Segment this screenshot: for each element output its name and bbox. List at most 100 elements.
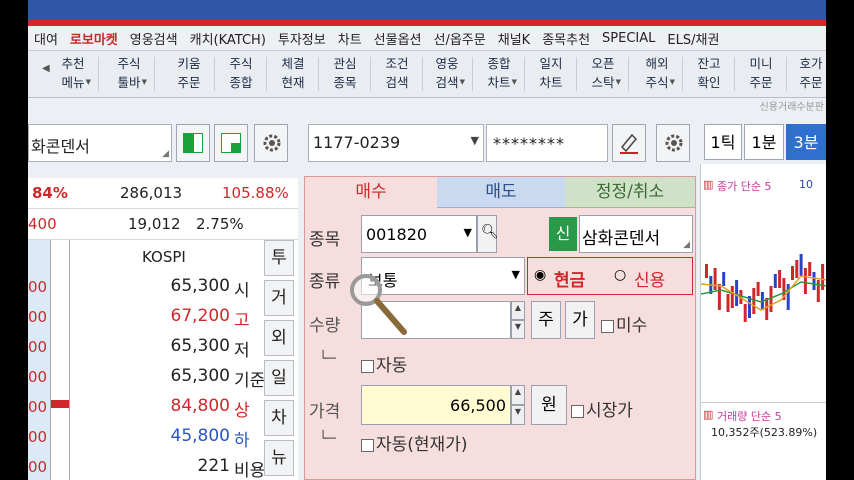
gear-icon [665, 134, 683, 152]
tick-button-1tick[interactable]: 1틱 [704, 124, 742, 160]
amount-pct: 2.75% [196, 215, 244, 233]
chevron-down-icon[interactable]: ▼ [471, 134, 479, 147]
toolbar-button-14[interactable]: 호가 주문 [790, 54, 826, 94]
menu-item-8[interactable]: 채널K [492, 29, 536, 48]
toolbar-button-4[interactable]: 체결 현재 [272, 54, 314, 94]
toolbar-label-bottom: 주문 [749, 75, 773, 90]
menu-item-11[interactable]: ELS/채권 [661, 29, 725, 48]
tick-button-1min[interactable]: 1분 [744, 124, 784, 160]
radio-cash[interactable]: ◉ [534, 267, 546, 283]
side-vertical-tabs: 투거외일차뉴 [264, 240, 294, 480]
toolbar-separator [472, 57, 473, 91]
layout-split-button-2[interactable] [214, 124, 248, 162]
main-menu-bar: 대여 로보마켓 영웅검색 캐치(KATCH) 투자정보 차트 선물옵션 선/옵주문 채널K 종목추… [28, 26, 826, 51]
side-tab-3[interactable]: 일 [264, 360, 294, 396]
qty-up-icon[interactable]: ▲ [511, 301, 525, 320]
toolbar-separator [628, 57, 629, 91]
toolbar-button-2[interactable]: 키움 주문 [168, 54, 210, 94]
toolbar-button-5[interactable]: 관심 종목 [324, 54, 366, 94]
candle [786, 284, 790, 310]
side-tab-4[interactable]: 차 [264, 400, 294, 436]
radio-credit[interactable]: ○ [614, 267, 626, 283]
price-down-icon[interactable]: ▼ [511, 405, 525, 425]
menu-item-10[interactable]: SPECIAL [596, 31, 661, 46]
chevron-down-icon[interactable]: ▼ [464, 226, 472, 239]
menu-item-6[interactable]: 선물옵션 [368, 29, 428, 48]
candle [778, 270, 782, 288]
status-text: 신용거래수분판 [759, 102, 824, 113]
legend-color-icon: ▥ [703, 408, 714, 421]
password-input[interactable]: ******** [486, 124, 608, 162]
mini-chart-panel[interactable]: ▥ 종가 단순 5 10 ▥ 거래량 단순 5 10,352주(523.89%) [700, 164, 826, 480]
toolbar-button-6[interactable]: 조건 검색 [376, 54, 418, 94]
auto-qty-checkbox[interactable]: 자동 [361, 351, 407, 376]
stock-name-combo[interactable]: 화콘덴서 ◢ [28, 124, 172, 162]
tab-modify-cancel[interactable]: 정정/취소 [565, 177, 695, 208]
tick-button-3min[interactable]: 3분 [786, 124, 826, 160]
chevron-down-icon[interactable]: ▼ [512, 73, 517, 92]
erase-button[interactable] [612, 124, 646, 162]
settings-button-order[interactable] [656, 124, 690, 162]
chevron-down-icon[interactable]: ▼ [460, 73, 465, 92]
volume-legend: 거래량 단순 5 [717, 410, 782, 423]
chevron-down-icon[interactable]: ▼ [616, 73, 621, 92]
side-tab-2[interactable]: 외 [264, 320, 294, 356]
side-tab-5[interactable]: 뉴 [264, 440, 294, 476]
toolbar-button-13[interactable]: 미니 주문 [740, 54, 782, 94]
tab-sell[interactable]: 매도 [437, 177, 565, 208]
toolbar-label-top: 추천 [61, 56, 85, 71]
side-tab-1[interactable]: 거 [264, 280, 294, 316]
toolbar-button-7[interactable]: 영웅 검색 ▼ [426, 54, 468, 94]
qty-shares-button[interactable]: 주 [531, 301, 561, 339]
price-panel: 84% 286,013 105.88% 400 19,012 2.75% KOS… [28, 178, 298, 480]
settings-button-left[interactable] [254, 124, 288, 162]
qty-label: 수량 [309, 316, 341, 336]
toolbar-button-10[interactable]: 오픈 스탁 ▼ [582, 54, 624, 94]
menu-item-0[interactable]: 대여 [28, 29, 64, 48]
won-button[interactable]: 원 [531, 385, 567, 425]
search-button[interactable]: 🔍︎ [477, 215, 499, 253]
account-combo[interactable]: 1177-0239 ▼ [308, 124, 484, 162]
qty-available-button[interactable]: 가 [565, 301, 595, 339]
price-up-icon[interactable]: ▲ [511, 385, 525, 405]
price-row-value: 65,300 [170, 336, 230, 356]
menu-item-2[interactable]: 영웅검색 [124, 29, 184, 48]
menu-item-5[interactable]: 차트 [332, 29, 368, 48]
chevron-down-icon[interactable]: ▼ [512, 268, 520, 281]
menu-item-4[interactable]: 투자정보 [272, 29, 332, 48]
market-price-checkbox[interactable]: 시장가 [571, 396, 633, 421]
current-price-marker [51, 400, 69, 408]
tree-connector-icon: └─ [319, 431, 336, 447]
magnifier-cursor-icon [350, 274, 407, 335]
toolbar-label-top: 잔고 [697, 56, 721, 71]
toolbar-button-8[interactable]: 종합 차트 ▼ [478, 54, 520, 94]
layout-split-button-1[interactable] [176, 124, 210, 162]
toolbar-label-top: 일지 [539, 56, 563, 71]
toolbar-button-0[interactable]: 추천 메뉴 ▼ [52, 54, 94, 94]
toolbar-label-top: 관심 [333, 56, 357, 71]
menu-item-3[interactable]: 캐치(KATCH) [184, 29, 272, 48]
toolbar-button-9[interactable]: 일지 차트 [530, 54, 572, 94]
qty-down-icon[interactable]: ▼ [511, 320, 525, 339]
menu-item-9[interactable]: 종목추천 [536, 29, 596, 48]
toolbar-button-3[interactable]: 주식 종합 [220, 54, 262, 94]
toolbar-scroll-left-icon[interactable]: ◀ [42, 63, 50, 74]
price-row-value: 65,300 [170, 276, 230, 296]
chevron-down-icon[interactable]: ▼ [670, 73, 675, 92]
chevron-down-icon[interactable]: ▼ [86, 73, 91, 92]
unfilled-checkbox[interactable]: 미수 [601, 311, 647, 336]
menu-item-1[interactable]: 로보마켓 [64, 29, 124, 48]
stock-code-input[interactable]: 001820 ▼ [361, 215, 477, 253]
side-tab-0[interactable]: 투 [264, 240, 294, 276]
code-label: 종목 [309, 230, 341, 250]
toolbar-label-top: 조건 [385, 56, 409, 71]
chart-legend-num: 10 [799, 178, 813, 191]
toolbar-button-1[interactable]: 주식 툴바 ▼ [108, 54, 150, 94]
tab-buy[interactable]: 매수 [305, 177, 438, 207]
menu-item-7[interactable]: 선/옵주문 [428, 29, 492, 48]
toolbar-button-12[interactable]: 잔고 확인 [688, 54, 730, 94]
price-input[interactable]: 66,500 [361, 385, 511, 425]
chevron-down-icon[interactable]: ▼ [142, 73, 147, 92]
auto-current-checkbox[interactable]: 자동(현재가) [361, 430, 467, 455]
toolbar-button-11[interactable]: 해외 주식 ▼ [636, 54, 678, 94]
